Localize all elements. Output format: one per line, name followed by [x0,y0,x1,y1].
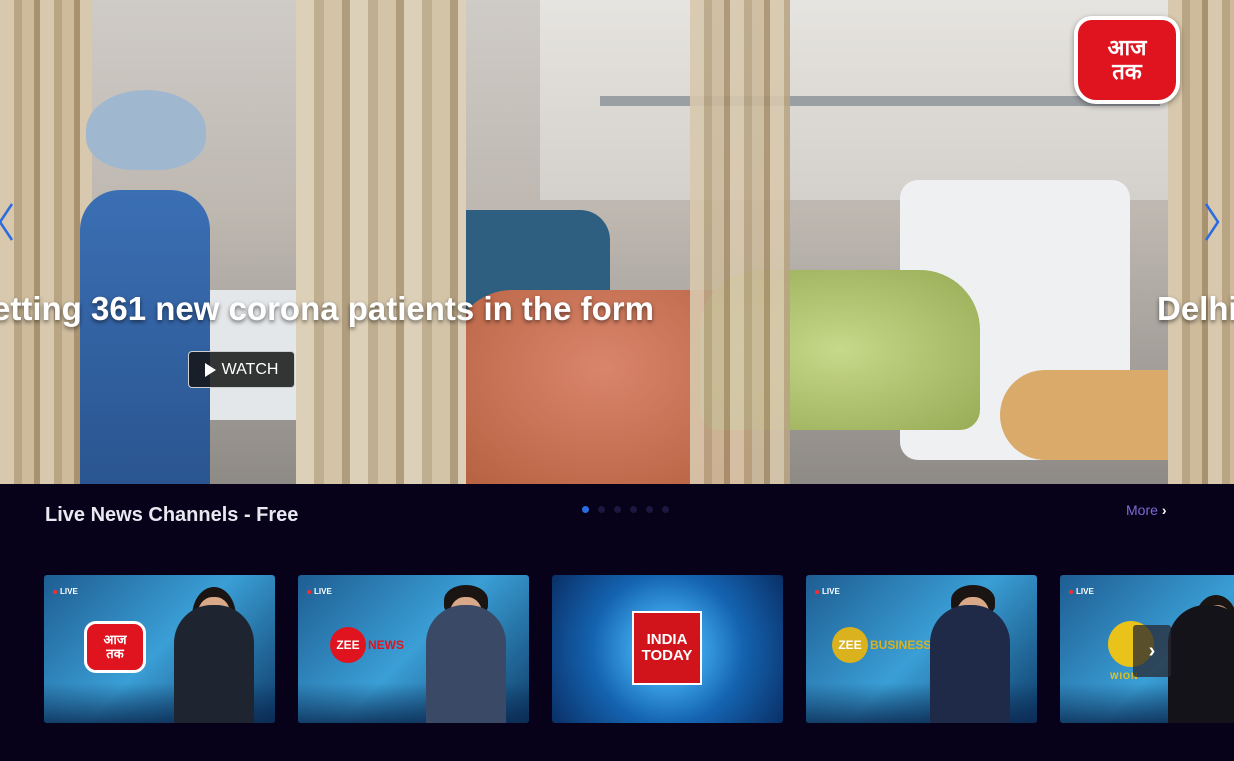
chevron-left-icon [0,203,14,241]
chevron-right-icon: › [1148,639,1156,662]
live-badge: LIVE [1069,587,1094,596]
live-badge: LIVE [815,587,840,596]
live-dot-icon [53,589,57,594]
logo-text-top: आज [1107,35,1147,60]
carousel-dot[interactable] [598,506,605,513]
hero-nurse-cap [86,90,206,170]
brand-word: NEWS [368,638,404,652]
hero-next-headline[interactable]: Delhi [1157,290,1234,328]
live-label: LIVE [60,587,78,596]
anchor-image [174,605,254,723]
brand-text: तक [106,646,124,661]
channel-list-next-button[interactable]: › [1133,625,1171,677]
channel-tile[interactable]: LIVE ZEE NEWS [298,575,529,723]
section-title: Live News Channels - Free [45,504,299,526]
live-badge: LIVE [307,587,332,596]
brand-circle: ZEE [832,627,868,663]
more-link[interactable]: More › [1126,502,1167,518]
carousel-next-button[interactable] [1200,200,1224,244]
anchor-image [426,605,506,723]
more-label: More [1126,502,1158,518]
carousel-dot[interactable] [614,506,621,513]
brand-text: आज [103,632,127,647]
aaj-tak-logo: आज तक [84,621,146,673]
hero-curtain [690,0,790,484]
carousel-dot[interactable] [630,506,637,513]
carousel-dot[interactable] [582,506,589,513]
brand-word: BUSINESS [870,638,932,652]
hero-background-shelf [600,96,1160,106]
brand-circle: ZEE [330,627,366,663]
chevron-right-icon: › [1161,502,1167,518]
live-label: LIVE [1076,587,1094,596]
live-dot-icon [307,589,311,594]
play-icon [204,362,216,377]
watch-button-label: WATCH [221,360,279,378]
carousel-dot[interactable] [646,506,653,513]
hero-banner[interactable]: आज तक etting 361 new corona patients in … [0,0,1234,484]
zee-news-logo: ZEE NEWS [330,627,404,663]
anchor-image [1168,605,1234,723]
hero-curtain [296,0,466,484]
carousel-prev-button[interactable] [0,200,18,244]
zee-business-logo: ZEE BUSINESS [832,627,931,663]
live-dot-icon [815,589,819,594]
carousel-pagination [582,506,669,513]
channel-tile[interactable]: INDIA TODAY [552,575,783,723]
aaj-tak-logo: आज तक [1074,16,1180,104]
india-today-logo: INDIA TODAY [632,611,702,685]
live-dot-icon [1069,589,1073,594]
carousel-dot[interactable] [662,506,669,513]
watch-button[interactable]: WATCH [188,351,295,388]
logo-text-bottom: तक [1112,59,1142,84]
chevron-right-icon [1204,203,1220,241]
brand-text: INDIA [646,631,688,648]
live-label: LIVE [314,587,332,596]
live-badge: LIVE [53,587,78,596]
channel-tile[interactable]: LIVE ZEE BUSINESS [806,575,1037,723]
hero-headline[interactable]: etting 361 new corona patients in the fo… [0,290,654,328]
anchor-image [930,605,1010,723]
live-label: LIVE [822,587,840,596]
channel-tile[interactable]: LIVE आज तक [44,575,275,723]
brand-text: TODAY [641,647,693,664]
hero-nurse [80,190,210,484]
